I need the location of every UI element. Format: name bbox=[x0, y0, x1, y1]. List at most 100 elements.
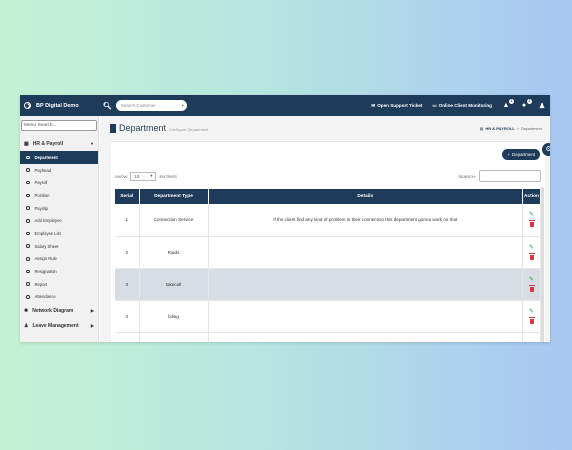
table-row: 2 Raids ✎ bbox=[115, 236, 541, 269]
circle-icon bbox=[26, 206, 30, 210]
search-icon[interactable]: 🔍︎ bbox=[103, 102, 112, 110]
circle-icon bbox=[26, 231, 30, 236]
trash-icon[interactable] bbox=[528, 316, 535, 324]
sidebar-item-label: Report bbox=[34, 281, 48, 287]
open-support-ticket-link[interactable]: ✉ Open Support Ticket bbox=[371, 103, 422, 109]
top-actions: ✉ Open Support Ticket ▭ Online Client Mo… bbox=[371, 99, 550, 110]
chevron-down-icon: ▼ bbox=[90, 141, 94, 146]
sidebar-item-label: Employee List bbox=[34, 230, 61, 236]
menu-search-input[interactable]: Menu Search... bbox=[21, 120, 97, 131]
column-header-department-type[interactable]: Department Type bbox=[139, 189, 209, 204]
chevron-right-icon: ▶ bbox=[90, 308, 94, 314]
sidebar-item-label: Salary Sheet bbox=[34, 243, 59, 249]
circle-icon bbox=[26, 257, 30, 261]
chevron-down-icon: ▾ bbox=[181, 102, 184, 108]
support-label: Open Support Ticket bbox=[377, 103, 423, 108]
page-subtitle: Configure Department bbox=[169, 126, 209, 132]
circle-icon bbox=[26, 193, 30, 198]
cell-action: ✎ bbox=[522, 300, 541, 333]
user-icon: ♟ bbox=[538, 102, 546, 110]
help-count-badge: 2 bbox=[527, 99, 532, 104]
column-header-serial[interactable]: Serial bbox=[115, 189, 140, 204]
trash-icon[interactable] bbox=[528, 252, 535, 260]
sidebar-group-hr-payroll[interactable]: ▦ HR & Payroll ▼ bbox=[20, 136, 98, 151]
sidebar-item-salary-sheet[interactable]: Salary Sheet bbox=[20, 240, 98, 253]
cell-serial: 1 bbox=[115, 204, 140, 237]
online-client-monitoring-link[interactable]: ▭ Online Client Monitoring bbox=[432, 103, 492, 109]
monitor-icon: ▭ bbox=[432, 102, 437, 108]
table-search-input[interactable] bbox=[479, 170, 541, 182]
breadcrumb-hr-payroll[interactable]: HR & PAYROLL bbox=[485, 126, 514, 131]
id-card-icon: ▦ bbox=[24, 140, 29, 147]
cell-details bbox=[208, 300, 523, 333]
table-row: ✎ bbox=[115, 332, 541, 342]
customer-search-placeholder: Search Customer bbox=[120, 103, 156, 108]
cell-serial: 3 bbox=[115, 268, 140, 301]
breadcrumb-separator: > bbox=[516, 125, 520, 131]
circle-icon bbox=[26, 155, 30, 160]
entries-label: ENTRIES bbox=[159, 173, 177, 179]
breadcrumb-current: Department bbox=[521, 125, 542, 131]
sidebar-item-assign-rule[interactable]: Assign Rule bbox=[20, 253, 98, 266]
page-size-select[interactable]: 10 ▾ bbox=[130, 171, 157, 181]
page-header: Department Configure Department ▦ HR & P… bbox=[100, 116, 550, 140]
cell-details bbox=[208, 268, 523, 301]
cell-department-type: takecall bbox=[139, 268, 209, 301]
edit-icon[interactable]: ✎ bbox=[529, 245, 534, 251]
sidebar-item-add-employee[interactable]: Add Employee bbox=[20, 214, 98, 227]
brand-logo-icon bbox=[24, 102, 31, 109]
department-table: Serial Department Type Details Action 1 … bbox=[115, 189, 541, 342]
notification-count-badge: 1 bbox=[509, 99, 514, 104]
app-window: BP Digital Demo 🔍︎ Search Customer ▾ ✉ O… bbox=[20, 95, 550, 342]
edit-icon[interactable]: ✎ bbox=[529, 309, 534, 315]
chevron-down-icon: ▾ bbox=[150, 173, 153, 178]
edit-icon[interactable]: ✎ bbox=[529, 212, 534, 218]
user-menu-button[interactable]: ♟ bbox=[538, 102, 546, 110]
circle-icon bbox=[26, 269, 30, 274]
trash-icon[interactable] bbox=[528, 220, 535, 228]
table-controls: SHOW 10 ▾ ENTRIES SEARCH: bbox=[115, 170, 541, 182]
sidebar-group-network-diagram[interactable]: ✹ Network Diagram ▶ bbox=[20, 303, 98, 318]
sidebar-item-payroll[interactable]: Payroll bbox=[20, 176, 98, 189]
table-row: 4 biling ✎ bbox=[115, 300, 541, 333]
edit-icon[interactable]: ✎ bbox=[529, 277, 534, 283]
sidebar-item-report[interactable]: Report bbox=[20, 278, 98, 291]
cell-details: If the client find any kind of problem i… bbox=[208, 204, 523, 237]
gear-icon[interactable]: ⚙ bbox=[542, 143, 550, 156]
department-panel: + Department SHOW 10 ▾ ENTRIES SEARCH: S… bbox=[111, 141, 545, 342]
sidebar-item-label: Add Employee bbox=[34, 218, 62, 224]
sidebar-item-label: Assign Rule bbox=[34, 256, 57, 262]
sidebar-item-label: Payroll bbox=[34, 180, 48, 186]
notification-button[interactable]: ▲ 1 bbox=[502, 99, 514, 109]
sidebar-item-payhead[interactable]: Payhead bbox=[20, 164, 98, 177]
cell-serial: 2 bbox=[115, 236, 140, 269]
help-button[interactable]: ● 2 bbox=[520, 99, 532, 109]
sidebar-item-department[interactable]: Department bbox=[20, 151, 98, 164]
main-content: Department Configure Department ▦ HR & P… bbox=[100, 116, 550, 342]
sidebar-item-resignation[interactable]: Resignation bbox=[20, 265, 98, 278]
sidebar-item-position[interactable]: Position bbox=[20, 189, 98, 202]
add-department-button[interactable]: + Department bbox=[502, 149, 540, 160]
page-size-value: 10 bbox=[134, 173, 140, 179]
cell-action: ✎ bbox=[522, 332, 541, 342]
vertical-scrollbar[interactable] bbox=[541, 187, 544, 342]
breadcrumb: ▦ HR & PAYROLL > Department bbox=[480, 126, 542, 131]
sidebar-item-label: Attendance bbox=[34, 294, 56, 300]
chevron-right-icon: ▶ bbox=[90, 323, 94, 329]
brand[interactable]: BP Digital Demo bbox=[20, 102, 100, 109]
trash-icon[interactable] bbox=[528, 284, 535, 292]
cell-action: ✎ bbox=[522, 268, 541, 301]
column-header-action: Action bbox=[522, 189, 541, 204]
sidebar-group-leave-management[interactable]: ♟ Leave Management ▶ bbox=[20, 318, 98, 333]
help-icon: ● bbox=[521, 102, 527, 109]
sidebar-item-attendance[interactable]: Attendance bbox=[20, 291, 98, 304]
cell-action: ✎ bbox=[522, 204, 541, 237]
show-label: SHOW bbox=[115, 173, 128, 179]
sidebar-item-payslip[interactable]: Payslip bbox=[20, 202, 98, 215]
column-header-details[interactable]: Details bbox=[208, 189, 523, 204]
menu-search-placeholder: Menu Search... bbox=[24, 123, 57, 128]
sidebar: Menu Search... ▦ HR & Payroll ▼ Departme… bbox=[20, 116, 99, 342]
sidebar-item-employee-list[interactable]: Employee List bbox=[20, 227, 98, 240]
customer-search-input[interactable]: Search Customer ▾ bbox=[115, 100, 187, 111]
cell-department-type bbox=[139, 332, 209, 342]
